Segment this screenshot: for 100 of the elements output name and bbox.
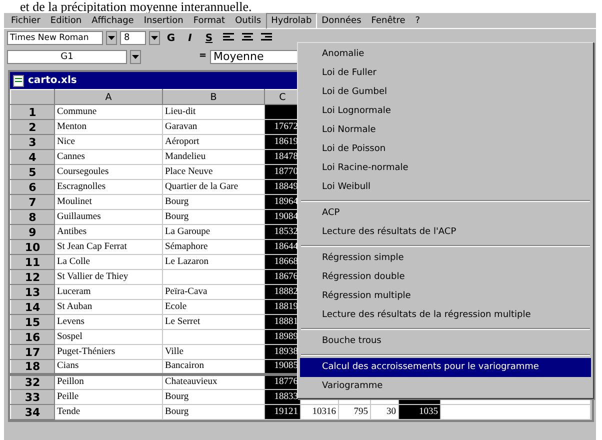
- table-cell: Ecole: [162, 300, 264, 314]
- row-header[interactable]: 9: [10, 224, 54, 240]
- menu-item[interactable]: Loi Normale: [300, 121, 591, 140]
- dropdown-button[interactable]: [106, 31, 117, 45]
- row-header[interactable]: 4: [10, 150, 54, 164]
- row-header[interactable]: 12: [10, 270, 54, 284]
- table-cell: Escragnolles: [54, 180, 162, 194]
- menu-item[interactable]: ACP: [300, 204, 591, 223]
- menu-item[interactable]: Lecture des résultats de la régression multiple: [300, 306, 591, 325]
- row-header[interactable]: 2: [10, 120, 54, 134]
- table-cell: Bourg: [162, 404, 264, 420]
- menu-item[interactable]: Affichage: [86, 12, 139, 28]
- table-cell: La Garoupe: [162, 224, 264, 240]
- underline-button[interactable]: S: [201, 30, 217, 46]
- menu-item[interactable]: Hydrolab: [266, 12, 317, 28]
- menu-item[interactable]: Régression multiple: [300, 287, 591, 306]
- row-header[interactable]: 17: [10, 344, 54, 360]
- caret-icon: [108, 36, 115, 40]
- table-cell: Menton: [54, 120, 162, 134]
- row-header[interactable]: 8: [10, 210, 54, 224]
- menu-item[interactable]: Loi de Fuller: [300, 64, 591, 83]
- menu-item[interactable]: Régression double: [300, 268, 591, 287]
- document-text: et de la précipitation moyenne interannuelle.: [19, 0, 253, 13]
- row-header[interactable]: 3: [10, 134, 54, 150]
- table-cell: Le Serret: [162, 314, 264, 330]
- name-box[interactable]: G1: [7, 50, 127, 64]
- menu-item[interactable]: Régression simple: [300, 249, 591, 268]
- menu-item[interactable]: Loi Racine-normale: [300, 159, 591, 178]
- menu-item[interactable]: Variogramme: [300, 377, 591, 396]
- menu-item[interactable]: ?: [410, 12, 426, 28]
- table-cell: Mandelieu: [162, 150, 264, 164]
- table-cell: Sémaphore: [162, 240, 264, 254]
- menu-item[interactable]: Loi de Poisson: [300, 140, 591, 159]
- menu-item[interactable]: Loi Weibull: [300, 178, 591, 197]
- font-size-field[interactable]: 8: [120, 31, 146, 45]
- menu-item[interactable]: Loi de Gumbel: [300, 83, 591, 102]
- window-title: carto.xls: [28, 74, 77, 88]
- table-cell: 10316: [300, 404, 338, 420]
- table-cell: Peillon: [54, 374, 162, 390]
- table-cell: Le Lazaron: [162, 254, 264, 270]
- menu-item[interactable]: Fenêtre: [366, 12, 410, 28]
- table-cell: Bourg: [162, 194, 264, 210]
- table-cell: St Jean Cap Ferrat: [54, 240, 162, 254]
- caret-icon: [132, 54, 139, 58]
- dropdown-button[interactable]: [149, 31, 160, 45]
- row-header[interactable]: 16: [10, 330, 54, 344]
- table-cell: St Vallier de Thiey: [54, 270, 162, 284]
- menu-item[interactable]: Anomalie: [300, 45, 591, 64]
- row-header[interactable]: 1: [10, 104, 54, 120]
- menu-item[interactable]: Bouche trous: [300, 332, 591, 351]
- table-cell: Moulinet: [54, 194, 162, 210]
- column-header[interactable]: A: [54, 90, 162, 104]
- row-header[interactable]: 13: [10, 284, 54, 300]
- row-header[interactable]: 7: [10, 194, 54, 210]
- table-cell: Commune: [54, 104, 162, 120]
- menu-item[interactable]: Calcul des accroissements pour le variogramme: [300, 358, 591, 377]
- row-header[interactable]: 5: [10, 164, 54, 180]
- italic-button[interactable]: I: [182, 30, 198, 46]
- table-cell: 1035: [398, 404, 440, 420]
- row-header[interactable]: 15: [10, 314, 54, 330]
- table-cell: Bourg: [162, 390, 264, 404]
- table-cell: Luceram: [54, 284, 162, 300]
- table-cell: Place Neuve: [162, 164, 264, 180]
- row-header[interactable]: 10: [10, 240, 54, 254]
- table-cell: Aéroport: [162, 134, 264, 150]
- row-header[interactable]: 34: [10, 404, 54, 420]
- menu-item[interactable]: Loi Lognormale: [300, 102, 591, 121]
- equals-sign: =: [199, 50, 207, 63]
- bold-button[interactable]: G: [163, 30, 179, 46]
- table-cell: Tende: [54, 404, 162, 420]
- menu-item[interactable]: Données: [316, 12, 366, 28]
- table-cell: Chateauvieux: [162, 374, 264, 390]
- table-cell: Sospel: [54, 330, 162, 344]
- table-cell: 19121: [264, 404, 300, 420]
- column-header[interactable]: B: [162, 90, 264, 104]
- table-cell: Garavan: [162, 120, 264, 134]
- select-all-corner[interactable]: [10, 90, 54, 104]
- table-cell: Levens: [54, 314, 162, 330]
- table-cell: 30: [370, 404, 398, 420]
- row-header[interactable]: 32: [10, 374, 54, 390]
- menu-item[interactable]: Insertion: [138, 12, 188, 28]
- dropdown-button[interactable]: [130, 50, 141, 64]
- row-header[interactable]: 14: [10, 300, 54, 314]
- table-cell: Ville: [162, 344, 264, 360]
- table-cell: St Auban: [54, 300, 162, 314]
- table-cell: Peille: [54, 390, 162, 404]
- menu-item[interactable]: Fichier: [6, 12, 46, 28]
- menu-item[interactable]: Edition: [45, 12, 87, 28]
- menu-item[interactable]: Outils: [230, 12, 266, 28]
- menu-item[interactable]: Lecture des résultats de l'ACP: [300, 223, 591, 242]
- workbook-icon: [13, 74, 24, 86]
- table-cell: Puget-Théniers: [54, 344, 162, 360]
- table-cell: Quartier de la Gare: [162, 180, 264, 194]
- row-header[interactable]: 11: [10, 254, 54, 270]
- table-cell: Guillaumes: [54, 210, 162, 224]
- font-field[interactable]: Times New Roman: [7, 31, 103, 45]
- row-header[interactable]: 33: [10, 390, 54, 404]
- caret-icon: [151, 36, 158, 40]
- row-header[interactable]: 6: [10, 180, 54, 194]
- menu-item[interactable]: Format: [188, 12, 230, 28]
